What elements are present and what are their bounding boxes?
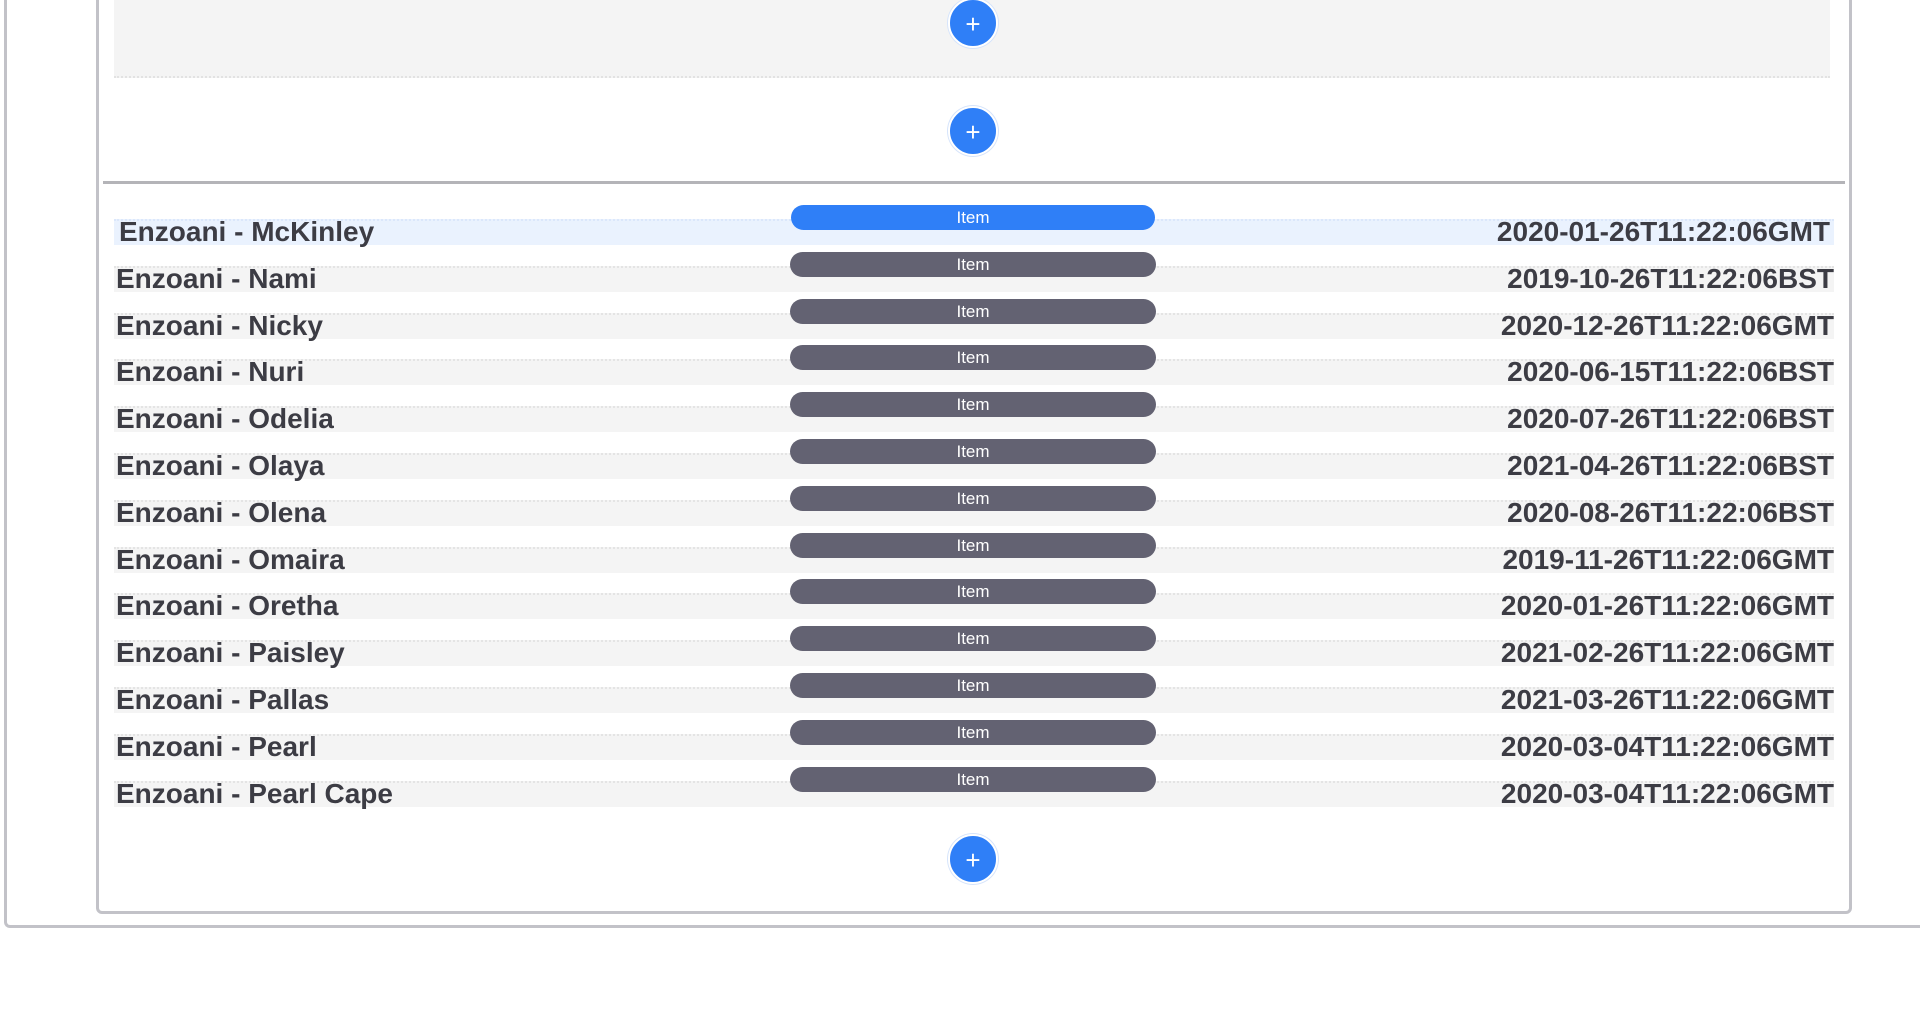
item-name: Enzoani - Nami	[116, 262, 317, 294]
plus-icon: +	[965, 845, 981, 875]
item-date: 2019-10-26T11:22:06BST	[1507, 262, 1834, 294]
item-badge[interactable]: Item	[791, 205, 1155, 230]
plus-icon: +	[965, 9, 981, 39]
item-name: Enzoani - Pearl Cape	[116, 777, 393, 809]
item-date: 2021-02-26T11:22:06GMT	[1500, 637, 1834, 669]
add-item-button[interactable]: +	[948, 834, 998, 884]
item-name: Enzoani - Olaya	[116, 449, 325, 481]
item-badge[interactable]: Item	[790, 532, 1156, 558]
plus-icon: +	[965, 117, 981, 147]
item-date: 2020-06-15T11:22:06BST	[1507, 356, 1834, 388]
item-badge[interactable]: Item	[790, 438, 1156, 464]
item-date: 2020-01-26T11:22:06GMT	[1496, 216, 1830, 247]
item-badge[interactable]: Item	[790, 485, 1156, 511]
item-list: Enzoani - McKinley Item 2020-01-26T11:22:0…	[114, 205, 1834, 822]
page: + + Enzoani - McKinley Item 2020-01-26T11:…	[0, 0, 1920, 1017]
item-name: Enzoani - Odelia	[116, 403, 334, 435]
item-badge[interactable]: Item	[790, 672, 1156, 698]
list-item[interactable]: Enzoani - Pearl Cape Item 2020-03-04T11:22…	[114, 766, 1834, 822]
item-date: 2020-03-04T11:22:06GMT	[1500, 730, 1834, 762]
item-badge[interactable]: Item	[790, 251, 1156, 277]
item-badge[interactable]: Item	[790, 579, 1156, 605]
item-date: 2020-07-26T11:22:06BST	[1507, 403, 1834, 435]
item-badge[interactable]: Item	[790, 719, 1156, 745]
item-date: 2020-03-04T11:22:06GMT	[1500, 777, 1834, 809]
item-name: Enzoani - Nuri	[116, 356, 305, 388]
item-name: Enzoani - McKinley	[119, 216, 375, 247]
item-date: 2019-11-26T11:22:06GMT	[1502, 543, 1834, 575]
section-divider	[103, 181, 1845, 184]
item-date: 2020-12-26T11:22:06GMT	[1500, 309, 1834, 341]
item-name: Enzoani - Olena	[116, 496, 327, 528]
item-name: Enzoani - Omaira	[116, 543, 345, 575]
item-name: Enzoani - Pearl	[116, 730, 317, 762]
add-section-button[interactable]: +	[948, 106, 998, 156]
item-name: Enzoani - Oretha	[116, 590, 339, 622]
item-badge[interactable]: Item	[790, 298, 1156, 324]
item-name: Enzoani - Paisley	[116, 637, 345, 669]
add-section-button-top[interactable]: +	[948, 0, 998, 48]
item-name: Enzoani - Pallas	[116, 683, 330, 715]
item-badge[interactable]: Item	[790, 345, 1156, 371]
item-badge[interactable]: Item	[790, 766, 1156, 792]
item-date: 2020-01-26T11:22:06GMT	[1500, 590, 1834, 622]
item-date: 2021-04-26T11:22:06BST	[1507, 449, 1834, 481]
item-badge[interactable]: Item	[790, 392, 1156, 418]
item-badge[interactable]: Item	[790, 626, 1156, 652]
item-date: 2020-08-26T11:22:06BST	[1507, 496, 1834, 528]
item-name: Enzoani - Nicky	[116, 309, 323, 341]
item-date: 2021-03-26T11:22:06GMT	[1500, 683, 1834, 715]
